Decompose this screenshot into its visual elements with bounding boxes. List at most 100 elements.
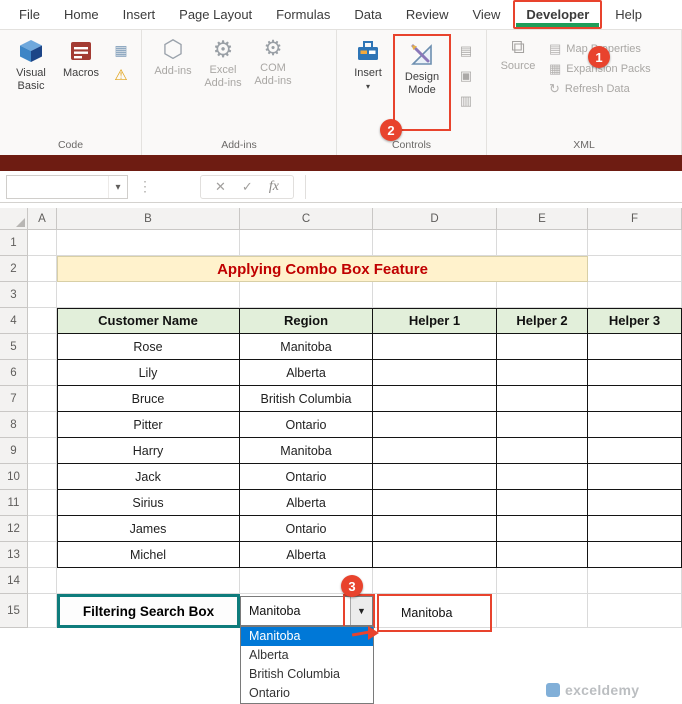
cell-A13[interactable]	[28, 542, 57, 568]
cell-D14[interactable]	[373, 568, 497, 594]
cell-F6[interactable]	[588, 360, 682, 386]
row-header-6[interactable]: 6	[0, 360, 28, 386]
dropdown-option-ontario[interactable]: Ontario	[241, 684, 373, 703]
insert-function-button[interactable]: fx	[269, 179, 279, 195]
row-header-3[interactable]: 3	[0, 282, 28, 308]
cell-A6[interactable]	[28, 360, 57, 386]
cell-B9[interactable]: Harry	[57, 438, 240, 464]
ribbon-button-refresh-data[interactable]: ↻ Refresh Data	[549, 82, 651, 95]
cell-E5[interactable]	[497, 334, 588, 360]
name-box-dropdown-icon[interactable]: ▾	[108, 176, 127, 198]
combo-dropdown-button[interactable]: ▼	[350, 597, 372, 625]
cell-F4[interactable]: Helper 3	[588, 308, 682, 334]
cell-A14[interactable]	[28, 568, 57, 594]
cell-E3[interactable]	[497, 282, 588, 308]
cell-D6[interactable]	[373, 360, 497, 386]
row-header-8[interactable]: 8	[0, 412, 28, 438]
cell-E14[interactable]	[497, 568, 588, 594]
cell-D7[interactable]	[373, 386, 497, 412]
ribbon-button-visual-basic[interactable]: Visual Basic	[6, 34, 56, 118]
ribbon-button-macro-security-icon[interactable]: ⚠	[110, 65, 132, 85]
cell-B10[interactable]: Jack	[57, 464, 240, 490]
row-header-2[interactable]: 2	[0, 256, 28, 282]
cell-D1[interactable]	[373, 230, 497, 256]
cell-D10[interactable]	[373, 464, 497, 490]
cell-E1[interactable]	[497, 230, 588, 256]
cell-B5[interactable]: Rose	[57, 334, 240, 360]
cell-E15[interactable]	[497, 594, 588, 628]
cell-A8[interactable]	[28, 412, 57, 438]
cell-C1[interactable]	[240, 230, 373, 256]
formula-bar-drag-handle[interactable]: ⋮	[138, 178, 152, 195]
ribbon-button-add-ins[interactable]: ⬡ Add-ins	[148, 34, 198, 118]
cell-E6[interactable]	[497, 360, 588, 386]
cell-A1[interactable]	[28, 230, 57, 256]
row-header-11[interactable]: 11	[0, 490, 28, 516]
cell-E9[interactable]	[497, 438, 588, 464]
cell-D5[interactable]	[373, 334, 497, 360]
cell-B6[interactable]: Lily	[57, 360, 240, 386]
row-header-5[interactable]: 5	[0, 334, 28, 360]
row-header-1[interactable]: 1	[0, 230, 28, 256]
tab-home[interactable]: Home	[53, 0, 110, 29]
tab-formulas[interactable]: Formulas	[265, 0, 341, 29]
row-header-10[interactable]: 10	[0, 464, 28, 490]
cell-B4[interactable]: Customer Name	[57, 308, 240, 334]
row-header-4[interactable]: 4	[0, 308, 28, 334]
row-header-14[interactable]: 14	[0, 568, 28, 594]
enter-button[interactable]: ✓	[242, 179, 253, 195]
cell-B13[interactable]: Michel	[57, 542, 240, 568]
cell-A7[interactable]	[28, 386, 57, 412]
cell-F7[interactable]	[588, 386, 682, 412]
cell-E12[interactable]	[497, 516, 588, 542]
cell-E10[interactable]	[497, 464, 588, 490]
ribbon-button-excel-add-ins[interactable]: ⚙ Excel Add-ins	[198, 34, 248, 118]
cell-A9[interactable]	[28, 438, 57, 464]
cell-B7[interactable]: Bruce	[57, 386, 240, 412]
cell-E13[interactable]	[497, 542, 588, 568]
dropdown-option-alberta[interactable]: Alberta	[241, 646, 373, 665]
cell-B14[interactable]	[57, 568, 240, 594]
cell-C11[interactable]: Alberta	[240, 490, 373, 516]
column-header-b[interactable]: B	[57, 208, 240, 230]
ribbon-button-record-macro-icon[interactable]: ▦	[110, 40, 132, 60]
cell-C7[interactable]: British Columbia	[240, 386, 373, 412]
ribbon-button-source[interactable]: ⧉ Source	[493, 34, 543, 118]
tab-help[interactable]: Help	[604, 0, 653, 29]
cell-E8[interactable]	[497, 412, 588, 438]
cell-B1[interactable]	[57, 230, 240, 256]
cell-A5[interactable]	[28, 334, 57, 360]
cell-A4[interactable]	[28, 308, 57, 334]
cell-F15[interactable]	[588, 594, 682, 628]
tab-developer[interactable]: Developer	[513, 0, 603, 29]
cell-B8[interactable]: Pitter	[57, 412, 240, 438]
region-combo-box[interactable]: Manitoba ▼	[240, 596, 373, 626]
cell-C6[interactable]: Alberta	[240, 360, 373, 386]
cell-E7[interactable]	[497, 386, 588, 412]
cell-B12[interactable]: James	[57, 516, 240, 542]
ribbon-button-run-dialog-icon[interactable]: ▥	[455, 90, 477, 110]
cell-A10[interactable]	[28, 464, 57, 490]
column-header-e[interactable]: E	[497, 208, 588, 230]
cell-F9[interactable]	[588, 438, 682, 464]
cell-D9[interactable]	[373, 438, 497, 464]
tab-review[interactable]: Review	[395, 0, 460, 29]
column-header-a[interactable]: A	[28, 208, 57, 230]
cell-F1[interactable]	[588, 230, 682, 256]
ribbon-button-properties-icon[interactable]: ▤	[455, 40, 477, 60]
ribbon-button-macros[interactable]: Macros	[56, 34, 106, 118]
cell-F11[interactable]	[588, 490, 682, 516]
cell-C3[interactable]	[240, 282, 373, 308]
cell-E11[interactable]	[497, 490, 588, 516]
cell-A2[interactable]	[28, 256, 57, 282]
ribbon-button-view-code-icon[interactable]: ▣	[455, 65, 477, 85]
cancel-button[interactable]: ✕	[215, 179, 226, 195]
tab-file[interactable]: File	[8, 0, 51, 29]
row-header-12[interactable]: 12	[0, 516, 28, 542]
cell-A12[interactable]	[28, 516, 57, 542]
cell-F10[interactable]	[588, 464, 682, 490]
column-header-f[interactable]: F	[588, 208, 682, 230]
cell-A3[interactable]	[28, 282, 57, 308]
column-header-c[interactable]: C	[240, 208, 373, 230]
column-header-d[interactable]: D	[373, 208, 497, 230]
